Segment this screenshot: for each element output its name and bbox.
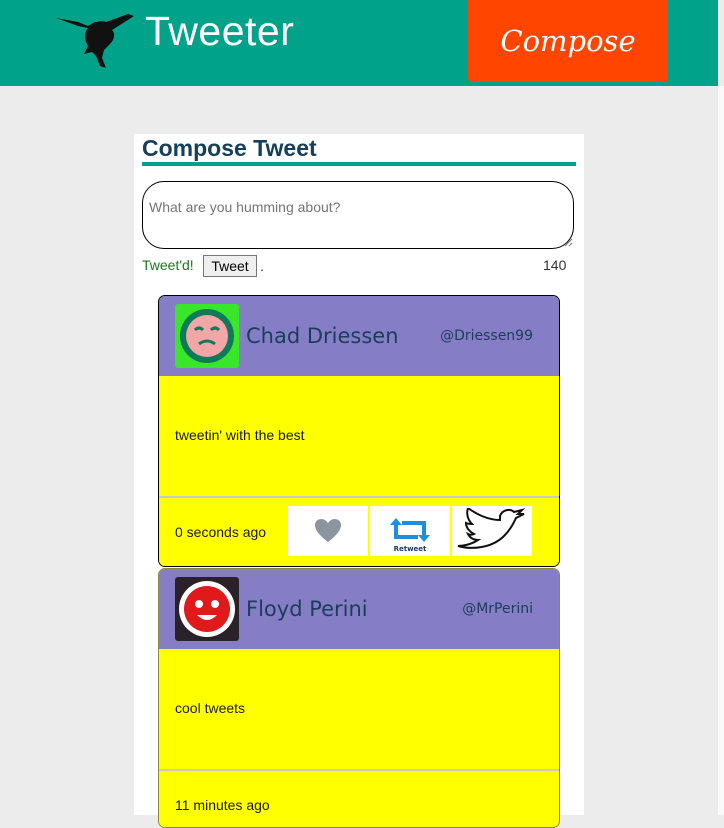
char-counter: 140 (543, 257, 567, 273)
tweet-header: Chad Driessen @Driessen99 (159, 296, 559, 376)
twitter-bird-icon (457, 508, 526, 549)
tweet-card: Floyd Perini @MrPerini cool tweets 11 mi… (158, 568, 560, 828)
tweet-footer: 0 seconds ago Retweet (159, 496, 559, 566)
user-handle: @Driessen99 (440, 328, 533, 344)
tweet-input[interactable]: What are you humming about? (142, 181, 574, 249)
tweet-content: tweetin' with the best (175, 427, 305, 443)
title-divider (142, 162, 576, 166)
like-button[interactable] (288, 506, 368, 556)
tweet-time: 11 minutes ago (175, 797, 270, 813)
tweet-button[interactable]: Tweet (203, 255, 257, 277)
avatar (175, 577, 239, 641)
tweet-body: tweetin' with the best (159, 376, 559, 496)
tweet-header: Floyd Perini @MrPerini (159, 569, 559, 649)
tweet-content: cool tweets (175, 700, 246, 716)
top-nav: Tweeter Compose (0, 0, 718, 86)
retweet-button[interactable]: Retweet (370, 506, 450, 556)
retweet-icon: Retweet (390, 518, 430, 553)
share-button[interactable] (452, 506, 532, 556)
tweet-status: Tweet'd! (142, 257, 194, 273)
heart-icon (315, 519, 341, 542)
separator: . (260, 258, 264, 274)
user-handle: @MrPerini (462, 601, 533, 617)
avatar (175, 304, 239, 368)
tweet-card: Chad Driessen @Driessen99 tweetin' with … (158, 295, 560, 567)
retweet-label: Retweet (394, 545, 427, 553)
user-name: Chad Driessen (246, 324, 399, 348)
tweet-footer: 11 minutes ago (159, 769, 559, 827)
right-edge (718, 86, 724, 815)
tweet-body: cool tweets (159, 649, 559, 769)
user-name: Floyd Perini (246, 597, 368, 621)
tweet-time: 0 seconds ago (175, 524, 267, 540)
compose-title: Compose Tweet (142, 135, 317, 161)
resize-grip-icon[interactable] (564, 238, 573, 247)
hummingbird-icon (54, 12, 136, 70)
compose-button[interactable]: Compose (468, 0, 668, 82)
brand-title: Tweeter (145, 8, 295, 54)
